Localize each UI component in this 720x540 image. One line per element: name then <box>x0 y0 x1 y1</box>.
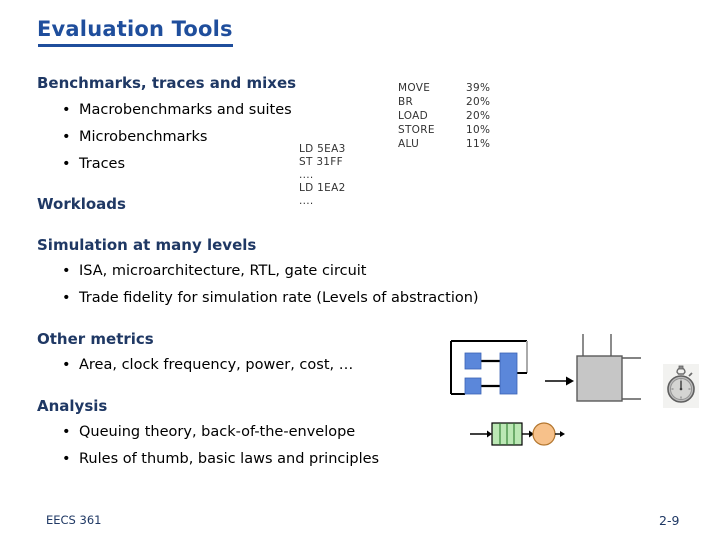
instr-mix-pct: 20% <box>466 96 491 108</box>
title-underline <box>38 44 233 47</box>
instr-mix-pct: 11% <box>466 138 491 150</box>
bullet-dot-icon: • <box>62 424 71 440</box>
bullet-item: • Trade fidelity for simulation rate (Le… <box>62 290 479 306</box>
instr-mix-pct: 10% <box>466 124 491 136</box>
queueing-model-figure <box>470 418 565 450</box>
slide-canvas: Evaluation Tools Benchmarks, traces and … <box>0 0 720 540</box>
bullet-label: Area, clock frequency, power, cost, … <box>79 357 354 373</box>
block-diagram-figure <box>448 338 536 400</box>
instr-mix-op: BR <box>398 96 414 108</box>
instr-mix-op: STORE <box>398 124 435 136</box>
table-row: ALU 11% <box>398 138 490 152</box>
bullet-label: Macrobenchmarks and suites <box>79 102 292 118</box>
section-heading-analysis: Analysis <box>37 397 108 415</box>
section-heading-simulation: Simulation at many levels <box>37 236 257 254</box>
instruction-mix-table: MOVE 39% BR 20% LOAD 20% STORE 10% ALU 1… <box>398 82 490 152</box>
section-heading-benchmarks: Benchmarks, traces and mixes <box>37 74 297 92</box>
bullet-dot-icon: • <box>62 129 71 145</box>
bullet-item: • Queuing theory, back-of-the-envelope <box>62 424 355 440</box>
table-row: BR 20% <box>398 96 490 110</box>
trace-line: .... <box>299 195 314 207</box>
bullet-item: • Macrobenchmarks and suites <box>62 102 292 118</box>
table-row: LOAD 20% <box>398 110 490 124</box>
bullet-label: Traces <box>79 156 126 172</box>
trace-line: ST 31FF <box>299 156 343 168</box>
trace-sample-list: LD 5EA3 ST 31FF .... LD 1EA2 .... <box>299 143 346 208</box>
table-row: STORE 10% <box>398 124 490 138</box>
stopwatch-icon <box>663 364 699 408</box>
bullet-item: • Rules of thumb, basic laws and princip… <box>62 451 379 467</box>
section-heading-other-metrics: Other metrics <box>37 330 154 348</box>
bullet-label: Trade fidelity for simulation rate (Leve… <box>79 290 479 306</box>
bullet-label: Rules of thumb, basic laws and principle… <box>79 451 380 467</box>
page-title: Evaluation Tools <box>37 17 233 41</box>
table-row: MOVE 39% <box>398 82 490 96</box>
instr-mix-op: LOAD <box>398 110 429 122</box>
bullet-item: • Traces <box>62 156 125 172</box>
bullet-dot-icon: • <box>62 290 71 306</box>
instr-mix-op: ALU <box>398 138 420 150</box>
bullet-dot-icon: • <box>62 451 71 467</box>
footer-page-number: 2-9 <box>659 513 680 528</box>
bullet-label: Microbenchmarks <box>79 129 208 145</box>
bullet-dot-icon: • <box>62 357 71 373</box>
bullet-dot-icon: • <box>62 156 71 172</box>
bullet-label: ISA, microarchitecture, RTL, gate circui… <box>79 263 367 279</box>
instr-mix-op: MOVE <box>398 82 431 94</box>
bullet-item: • Area, clock frequency, power, cost, … <box>62 357 353 373</box>
trace-line: .... <box>299 169 314 181</box>
bullet-item: • Microbenchmarks <box>62 129 207 145</box>
instr-mix-pct: 39% <box>466 82 491 94</box>
footer-course-label: EECS 361 <box>46 513 102 527</box>
chip-die-figure <box>567 333 643 407</box>
bullet-dot-icon: • <box>62 263 71 279</box>
section-heading-workloads: Workloads <box>37 195 126 213</box>
trace-line: LD 5EA3 <box>299 143 346 155</box>
bullet-label: Queuing theory, back-of-the-envelope <box>79 424 356 440</box>
bullet-dot-icon: • <box>62 102 71 118</box>
trace-line: LD 1EA2 <box>299 182 346 194</box>
bullet-item: • ISA, microarchitecture, RTL, gate circ… <box>62 263 366 279</box>
instr-mix-pct: 20% <box>466 110 491 122</box>
